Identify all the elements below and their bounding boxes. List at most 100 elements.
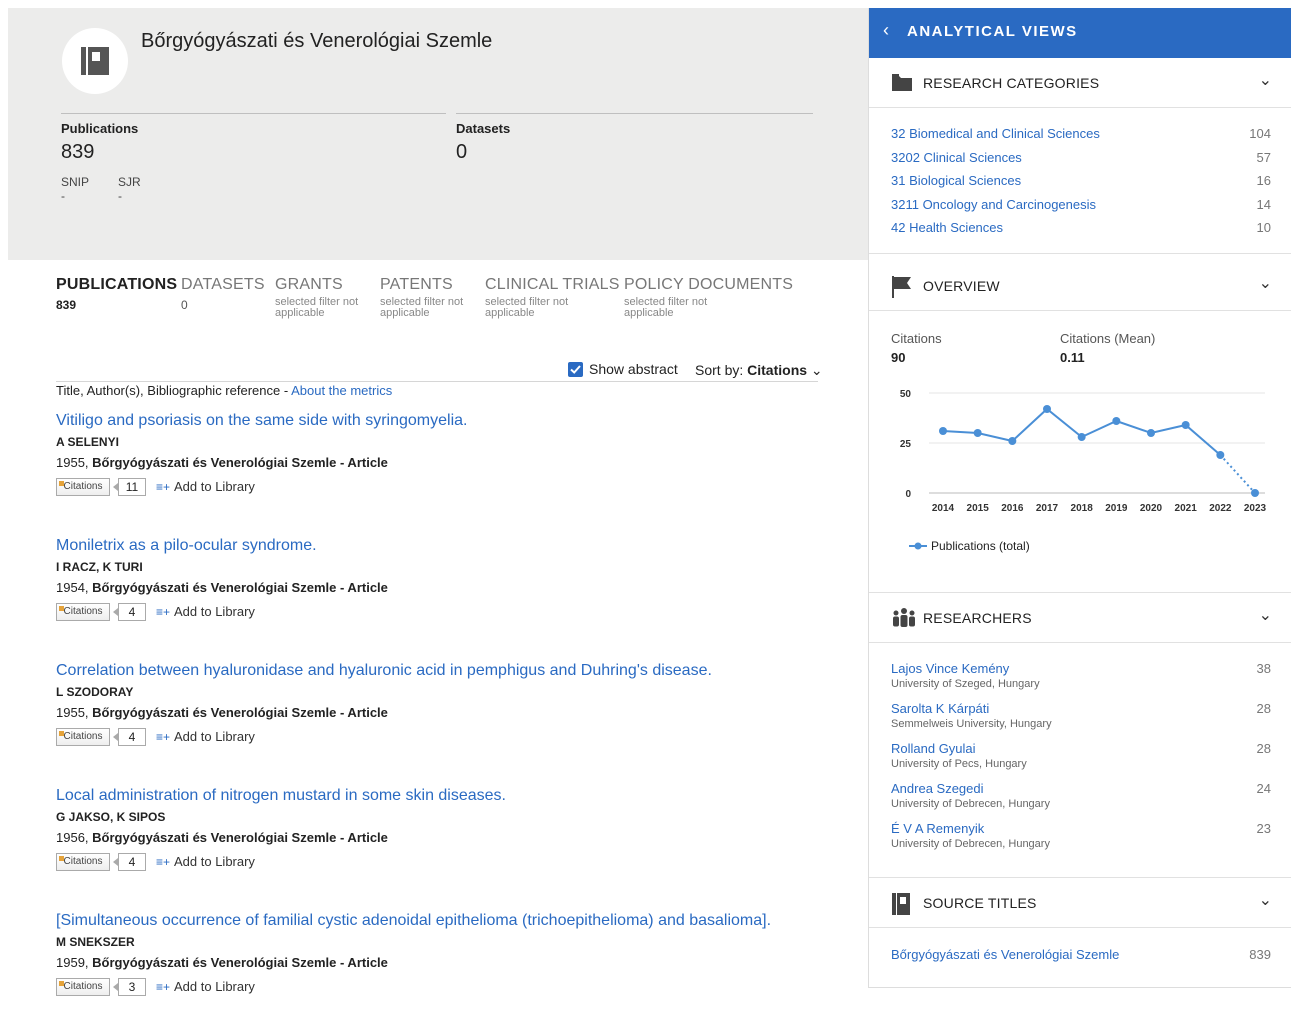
show-abstract-label[interactable]: Show abstract [589, 361, 678, 377]
add-to-library-button[interactable]: ≡+ Add to Library [156, 479, 255, 494]
research-categories-header[interactable]: RESEARCH CATEGORIES ⌄ [869, 58, 1291, 108]
journal-logo [62, 28, 128, 94]
researcher-count: 28 [1256, 701, 1271, 716]
category-item[interactable]: 31 Biological Sciences 16 [891, 173, 1271, 188]
chevron-down-icon[interactable]: ⌄ [1259, 890, 1272, 910]
divider [56, 381, 818, 382]
citations-count[interactable]: 4 [113, 853, 146, 871]
book-icon [892, 893, 910, 915]
publication-type: - Article [336, 830, 388, 845]
category-item[interactable]: 32 Biomedical and Clinical Sciences 104 [891, 126, 1271, 141]
add-list-icon: ≡+ [156, 730, 171, 744]
about-metrics-link[interactable]: About the metrics [291, 383, 392, 398]
list-controls: Show abstract Sort by: Citations ⌄ [568, 360, 828, 380]
researcher-item[interactable]: Lajos Vince Kemény University of Szeged, … [891, 661, 1271, 690]
tab-datasets[interactable]: DATASETS 0 [181, 276, 265, 312]
sjr-value: - [118, 189, 122, 203]
citations-badge[interactable]: Citations [56, 478, 110, 496]
tab-count: 839 [56, 298, 77, 312]
tab-note: selected filter not applicable [275, 296, 359, 319]
series-line-projection [1219, 454, 1256, 494]
researcher-item[interactable]: Rolland Gyulai University of Pecs, Hungar… [891, 741, 1271, 770]
tab-grants[interactable]: GRANTS selected filter not applicable [275, 276, 365, 319]
researcher-name: É V A Remenyik [891, 821, 985, 836]
tab-publications[interactable]: PUBLICATIONS 839 [56, 276, 177, 312]
sort-dropdown[interactable]: Sort by: Citations ⌄ [695, 362, 823, 379]
researchers-header[interactable]: RESEARCHERS ⌄ [869, 593, 1291, 643]
x-tick-label: 2015 [967, 503, 990, 514]
result-tabs: PUBLICATIONS 839 DATASETS 0 GRANTS selec… [8, 276, 868, 336]
publication-year: 1955, [56, 455, 93, 470]
list-header-text: Title, Author(s), Bibliographic referenc… [56, 383, 292, 398]
citations-badge[interactable]: Citations [56, 728, 110, 746]
publication-item: Vitiligo and psoriasis on the same side … [56, 412, 856, 500]
chevron-left-icon[interactable]: ‹ [883, 20, 889, 41]
citations-label: Citations [891, 331, 942, 346]
chevron-down-icon[interactable]: ⌄ [1259, 273, 1272, 293]
add-to-library-label: Add to Library [174, 854, 255, 869]
tab-label: GRANTS [275, 276, 343, 293]
publication-title[interactable]: Local administration of nitrogen mustard… [56, 787, 856, 805]
source-title-item[interactable]: Bőrgyógyászati és Venerológiai Szemle 839 [891, 947, 1271, 962]
journal-title: Bőrgyógyászati és Venerológiai Szemle [141, 30, 493, 52]
category-item[interactable]: 3211 Oncology and Carcinogenesis 14 [891, 197, 1271, 212]
analytical-views-title: ANALYTICAL VIEWS [907, 23, 1078, 40]
citations-badge[interactable]: Citations [56, 853, 110, 871]
add-to-library-label: Add to Library [174, 979, 255, 994]
publication-journal: Bőrgyógyászati és Venerológiai Szemle [92, 580, 337, 595]
data-point [973, 429, 982, 437]
researcher-affiliation: University of Pecs, Hungary [891, 758, 1027, 770]
snip-value: - [61, 189, 65, 203]
add-to-library-button[interactable]: ≡+ Add to Library [156, 979, 255, 994]
x-tick-label: 2014 [932, 503, 955, 514]
category-count: 16 [1256, 173, 1271, 188]
researcher-count: 28 [1256, 741, 1271, 756]
publication-reference: 1959, Bőrgyógyászati és Venerológiai Sze… [56, 955, 856, 970]
publication-title[interactable]: Moniletrix as a pilo-ocular syndrome. [56, 537, 856, 555]
analytical-views-header[interactable]: ‹ ANALYTICAL VIEWS [869, 8, 1291, 58]
researcher-item[interactable]: Andrea Szegedi University of Debrecen, Hu… [891, 781, 1271, 810]
chevron-down-icon[interactable]: ⌄ [1259, 70, 1272, 90]
researcher-count: 23 [1256, 821, 1271, 836]
source-titles-header[interactable]: SOURCE TITLES ⌄ [869, 878, 1291, 928]
citations-badge[interactable]: Citations [56, 603, 110, 621]
add-to-library-button[interactable]: ≡+ Add to Library [156, 854, 255, 869]
tab-label: CLINICAL TRIALS [485, 276, 620, 293]
add-to-library-button[interactable]: ≡+ Add to Library [156, 604, 255, 619]
citations-badge[interactable]: Citations [56, 978, 110, 996]
citations-count[interactable]: 3 [113, 978, 146, 996]
x-tick-label: 2018 [1071, 503, 1094, 514]
publication-title[interactable]: Vitiligo and psoriasis on the same side … [56, 412, 856, 430]
tab-label: POLICY DOCUMENTS [624, 276, 794, 293]
x-tick-label: 2017 [1036, 503, 1059, 514]
overview-header[interactable]: OVERVIEW ⌄ [869, 261, 1291, 311]
sort-label: Sort by: [695, 362, 744, 378]
category-item[interactable]: 3202 Clinical Sciences 57 [891, 150, 1271, 165]
chevron-down-icon[interactable]: ⌄ [1259, 605, 1272, 625]
category-item[interactable]: 42 Health Sciences 10 [891, 220, 1271, 235]
tab-clinical-trials[interactable]: CLINICAL TRIALS selected filter not appl… [485, 276, 620, 319]
publication-title[interactable]: [Simultaneous occurrence of familial cys… [56, 912, 856, 930]
publication-title[interactable]: Correlation between hyaluronidase and hy… [56, 662, 856, 680]
journal-page: Bőrgyógyászati és Venerológiai Szemle Pu… [8, 8, 868, 1018]
citations-count[interactable]: 4 [113, 728, 146, 746]
publication-actions: Citations 3 ≡+ Add to Library [56, 978, 856, 1000]
section-title: RESEARCHERS [923, 610, 1032, 626]
add-to-library-button[interactable]: ≡+ Add to Library [156, 729, 255, 744]
tab-patents[interactable]: PATENTS selected filter not applicable [380, 276, 470, 319]
citations-count[interactable]: 4 [113, 603, 146, 621]
publication-item: Correlation between hyaluronidase and hy… [56, 662, 856, 750]
legend-marker [914, 542, 922, 550]
source-title-count: 839 [1249, 947, 1271, 962]
publication-year: 1956, [56, 830, 93, 845]
show-abstract-checkbox[interactable] [568, 362, 583, 377]
researcher-item[interactable]: Sarolta K Kárpáti Semmelweis University, … [891, 701, 1271, 730]
category-name: 3202 Clinical Sciences [891, 150, 1022, 165]
citations-count[interactable]: 11 [113, 478, 146, 496]
researcher-item[interactable]: É V A Remenyik University of Debrecen, Hu… [891, 821, 1271, 850]
publication-authors: G JAKSO, K SIPOS [56, 810, 166, 824]
data-point [1251, 489, 1259, 497]
tab-policy-documents[interactable]: POLICY DOCUMENTS selected filter not app… [624, 276, 793, 319]
x-tick-label: 2022 [1209, 503, 1232, 514]
publication-year: 1954, [56, 580, 93, 595]
